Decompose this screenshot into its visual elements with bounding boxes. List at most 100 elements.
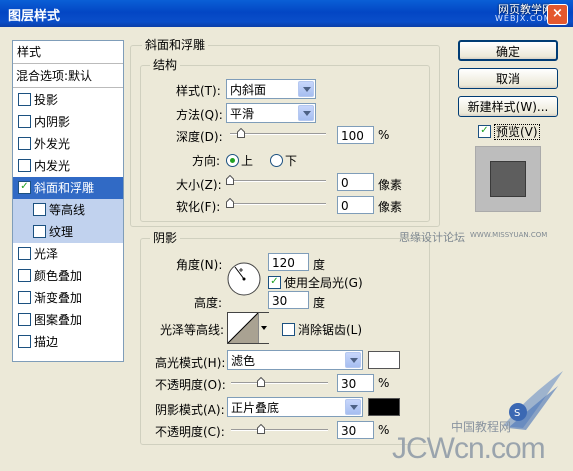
- technique-label: 方法(Q):: [176, 108, 223, 122]
- chevron-down-icon: [345, 352, 361, 368]
- checkbox-empty-icon[interactable]: [18, 269, 31, 282]
- effect-item[interactable]: 图案叠加: [13, 309, 123, 331]
- global-light-checkbox[interactable]: ✓ 使用全局光(G): [268, 274, 363, 291]
- size-slider[interactable]: [226, 175, 326, 186]
- soften-input[interactable]: 0: [337, 196, 374, 214]
- checkbox-empty-icon[interactable]: [18, 313, 31, 326]
- checkbox-empty-icon[interactable]: [18, 247, 31, 260]
- direction-down-label: 下: [285, 154, 298, 168]
- size-input[interactable]: 0: [337, 173, 374, 191]
- global-light-label: 使用全局光(G): [284, 276, 363, 290]
- effect-item-label: 内阴影: [34, 115, 71, 129]
- shadow-color-swatch[interactable]: [368, 398, 400, 416]
- effect-item[interactable]: 内阴影: [13, 111, 123, 133]
- effect-item[interactable]: 颜色叠加: [13, 265, 123, 287]
- angle-unit: 度: [313, 258, 326, 272]
- chevron-down-icon[interactable]: [258, 313, 269, 343]
- watermark-bottom: JCWcn.com: [392, 432, 546, 465]
- checkmark-icon: ✓: [478, 125, 491, 138]
- highlight-mode-value: 滤色: [231, 354, 256, 368]
- highlight-opacity-input[interactable]: 30: [337, 374, 374, 392]
- effect-item[interactable]: 等高线: [13, 199, 123, 221]
- gloss-contour-picker[interactable]: [227, 312, 269, 344]
- highlight-opacity-slider[interactable]: [231, 377, 328, 388]
- effect-item[interactable]: 描边: [13, 331, 123, 353]
- altitude-label: 高度:: [194, 296, 223, 310]
- size-unit: 像素: [378, 178, 403, 192]
- shadow-opacity-input[interactable]: 30: [337, 421, 374, 439]
- shadow-opacity-slider[interactable]: [231, 424, 328, 435]
- checkbox-empty-icon[interactable]: [18, 115, 31, 128]
- radio-on-icon: [226, 154, 239, 167]
- style-select[interactable]: 内斜面: [226, 79, 316, 99]
- preview-checkbox[interactable]: ✓ 预览(V): [478, 123, 540, 140]
- checkbox-empty-icon[interactable]: [18, 137, 31, 150]
- checkmark-icon: ✓: [268, 276, 281, 289]
- shadow-mode-value: 正片叠底: [231, 401, 280, 415]
- antialias-checkbox[interactable]: 消除锯齿(L): [282, 321, 362, 338]
- soften-unit: 像素: [378, 200, 403, 214]
- checkbox-empty-icon: [282, 323, 295, 336]
- ok-button[interactable]: 确定: [458, 40, 558, 61]
- highlight-mode-label: 高光模式(H):: [155, 356, 226, 370]
- close-button[interactable]: ×: [547, 4, 568, 25]
- altitude-input[interactable]: 30: [268, 291, 309, 309]
- depth-label: 深度(D):: [176, 130, 223, 144]
- checkbox-empty-icon[interactable]: [18, 335, 31, 348]
- shading-title: 阴影: [150, 229, 181, 246]
- slider-thumb-icon[interactable]: [226, 198, 234, 208]
- effect-item[interactable]: 纹理: [13, 221, 123, 243]
- styles-header[interactable]: 样式: [13, 41, 123, 63]
- new-style-button[interactable]: 新建样式(W)...: [458, 96, 558, 117]
- shadow-mode-select[interactable]: 正片叠底: [227, 397, 363, 417]
- slider-thumb-icon[interactable]: [257, 377, 265, 387]
- soften-label: 软化(F):: [176, 200, 221, 214]
- chevron-down-icon: [345, 399, 361, 415]
- effect-item[interactable]: 光泽: [13, 243, 123, 265]
- style-list-panel: 样式 混合选项:默认 投影内阴影外发光内发光 ✓ 斜面和浮雕 等高线 纹理光泽颜色叠加渐…: [12, 40, 124, 362]
- direction-up-radio[interactable]: 上: [226, 152, 253, 169]
- checkbox-empty-icon[interactable]: [18, 291, 31, 304]
- highlight-opacity-unit: %: [378, 376, 390, 390]
- altitude-unit: 度: [313, 296, 326, 310]
- watermark-top-url: WEBJX.COM: [495, 14, 552, 23]
- effect-item[interactable]: 投影: [13, 89, 123, 111]
- slider-thumb-icon[interactable]: [237, 128, 245, 138]
- depth-slider[interactable]: [230, 128, 326, 139]
- effect-item-label: 内发光: [34, 159, 71, 173]
- blend-options-item[interactable]: 混合选项:默认: [13, 65, 123, 87]
- effect-item-label: 图案叠加: [34, 313, 83, 327]
- effect-item[interactable]: 渐变叠加: [13, 287, 123, 309]
- direction-up-label: 上: [241, 154, 254, 168]
- angle-dial-icon: [227, 262, 261, 296]
- bevel-group-title: 斜面和浮雕: [142, 36, 209, 53]
- highlight-color-swatch[interactable]: [368, 351, 400, 369]
- dialog-title: 图层样式: [8, 9, 61, 24]
- effect-item[interactable]: 内发光: [13, 155, 123, 177]
- slider-thumb-icon[interactable]: [257, 424, 265, 434]
- checkbox-empty-icon[interactable]: [33, 225, 46, 238]
- checkbox-empty-icon[interactable]: [18, 159, 31, 172]
- effect-item-label: 颜色叠加: [34, 269, 83, 283]
- slider-thumb-icon[interactable]: [226, 175, 234, 185]
- cancel-button[interactable]: 取消: [458, 68, 558, 89]
- shadow-mode-label: 阴影模式(A):: [155, 403, 225, 417]
- size-label: 大小(Z):: [176, 178, 222, 192]
- highlight-mode-select[interactable]: 滤色: [227, 350, 363, 370]
- effect-item-label: 外发光: [34, 137, 71, 151]
- effect-item[interactable]: 外发光: [13, 133, 123, 155]
- angle-dial[interactable]: [227, 262, 261, 296]
- checkbox-empty-icon[interactable]: [33, 203, 46, 216]
- direction-down-radio[interactable]: 下: [270, 152, 297, 169]
- effect-item[interactable]: ✓ 斜面和浮雕: [13, 177, 123, 199]
- effect-item-label: 光泽: [34, 247, 59, 261]
- depth-input[interactable]: 100: [337, 126, 374, 144]
- gloss-contour-label: 光泽等高线:: [160, 323, 225, 337]
- soften-slider[interactable]: [226, 198, 326, 209]
- angle-input[interactable]: 120: [268, 253, 309, 271]
- checkbox-empty-icon[interactable]: [18, 93, 31, 106]
- title-bar: 图层样式 网页教学网 WEBJX.COM ×: [0, 0, 573, 27]
- technique-select[interactable]: 平滑: [226, 103, 316, 123]
- style-label: 样式(T):: [176, 84, 221, 98]
- checkmark-icon[interactable]: ✓: [18, 181, 31, 194]
